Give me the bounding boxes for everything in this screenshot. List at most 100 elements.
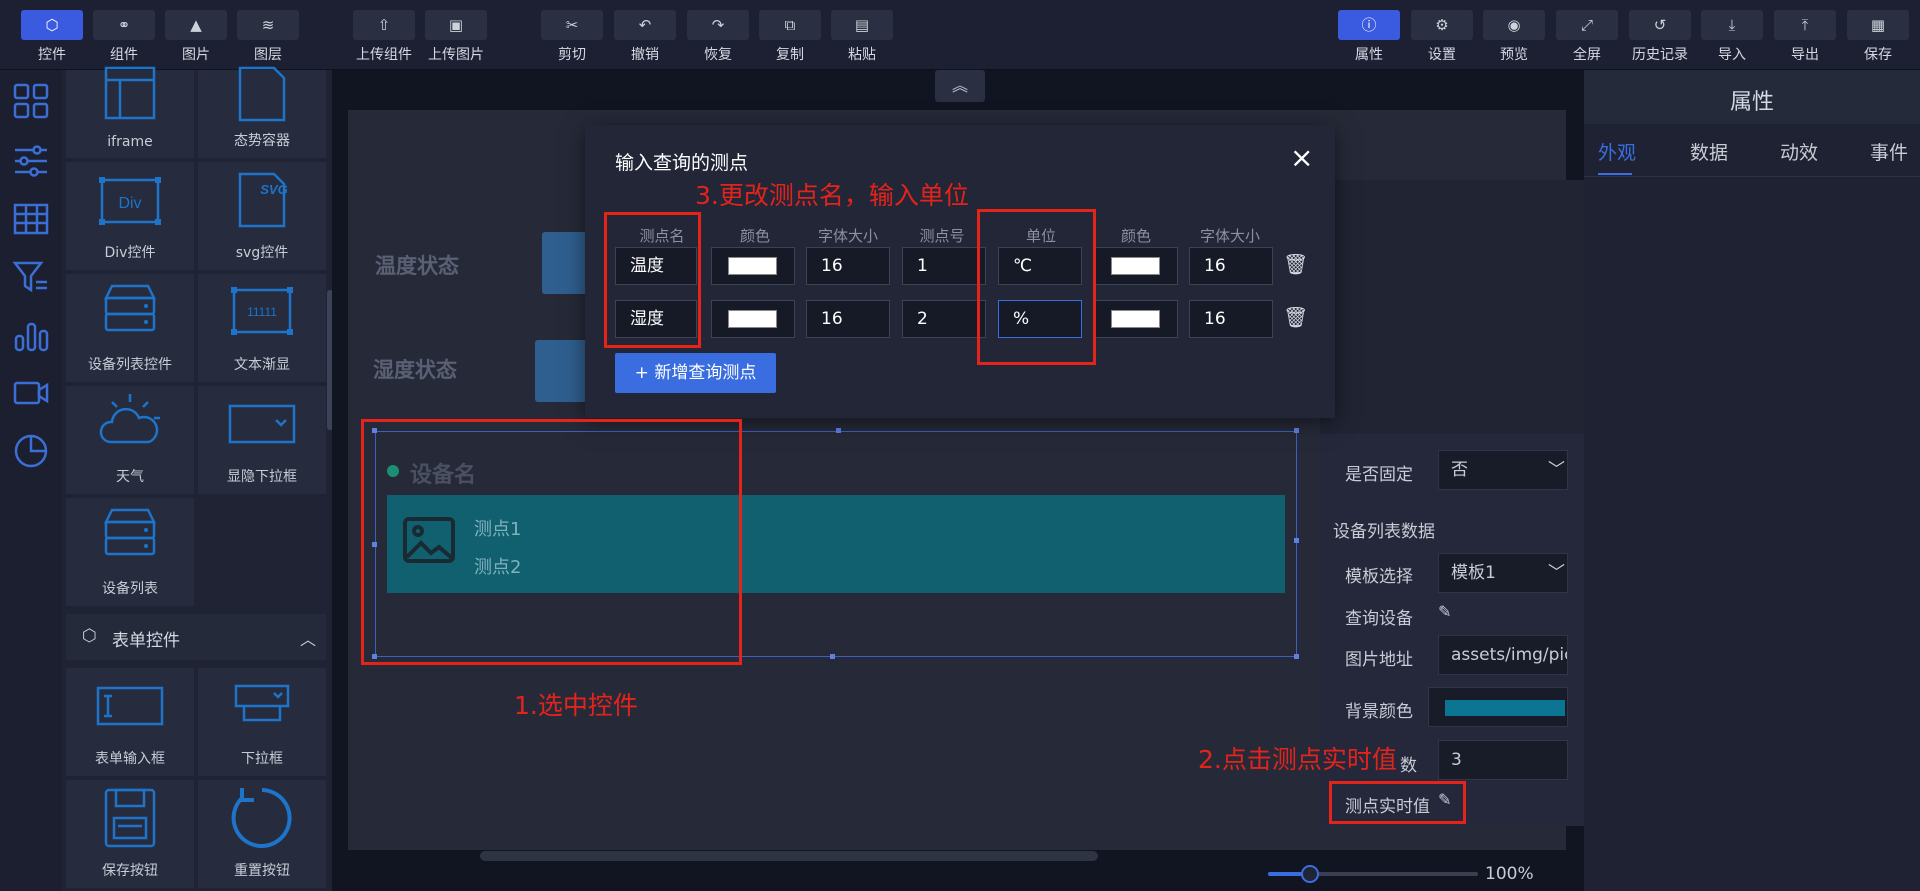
image-url-input[interactable]: assets/img/pict xyxy=(1438,635,1568,675)
trash-icon[interactable]: 🗑 xyxy=(1283,305,1308,329)
toolbar-history-button[interactable]: ↺ 历史记录 xyxy=(1628,10,1692,66)
property-panel-header: 属性 xyxy=(1584,70,1920,124)
toolbar-cut-button[interactable]: ✂ 剪切 xyxy=(540,10,604,66)
resize-handle[interactable] xyxy=(1294,428,1299,433)
component-toggle-dropdown[interactable]: 显隐下拉框 xyxy=(198,386,326,494)
zoom-slider-track[interactable] xyxy=(1268,865,1478,883)
tab-effects[interactable]: 动效 xyxy=(1780,138,1818,165)
device-list-data-section: 设备列表数据 xyxy=(1333,522,1435,542)
toolbar-save-button[interactable]: ▦ 保存 xyxy=(1846,10,1910,66)
svg-text:SVG: SVG xyxy=(260,182,287,197)
annotation-step-2: 2.点击测点实时值 xyxy=(1198,745,1397,774)
component-save-button[interactable]: 保存按钮 xyxy=(66,780,194,888)
header-color-2: 颜色 xyxy=(1120,227,1151,245)
color-input-2[interactable] xyxy=(1094,247,1178,285)
toolbar-upload-image-button[interactable]: ▣ 上传图片 xyxy=(424,10,488,66)
component-form-input[interactable]: 表单输入框 xyxy=(66,668,194,776)
component-select[interactable]: 下拉框 xyxy=(198,668,326,776)
cube-icon: ⬡ xyxy=(82,626,97,646)
import-icon: ⤓ xyxy=(1701,10,1763,40)
color-swatch xyxy=(1111,257,1160,275)
table-icon[interactable] xyxy=(12,200,50,238)
grid-icon[interactable] xyxy=(12,82,50,120)
toolbar-import-button[interactable]: ⤓ 导入 xyxy=(1700,10,1764,66)
toolbar-preview-button[interactable]: ◉ 预览 xyxy=(1482,10,1546,66)
font-size-input-2[interactable]: 16 xyxy=(1189,247,1273,285)
component-iframe[interactable]: iframe xyxy=(66,66,194,158)
toolbar-paste-button[interactable]: ▤ 粘贴 xyxy=(830,10,894,66)
toolbar-undo-button[interactable]: ↶ 撤销 xyxy=(613,10,677,66)
toolbar-copy-button[interactable]: ⧉ 复制 xyxy=(758,10,822,66)
edit-icon[interactable]: ✎ xyxy=(1438,602,1451,621)
filter-icon[interactable] xyxy=(12,258,50,296)
background-color-picker[interactable] xyxy=(1428,687,1568,727)
toolbar-components-button[interactable]: ⚭ 组件 xyxy=(92,10,156,66)
toolbar-controls-button[interactable]: ⬡ 控件 xyxy=(20,10,84,66)
chevron-down-icon: ﹀ xyxy=(1548,460,1565,480)
font-size-input[interactable]: 16 xyxy=(806,247,890,285)
floppy-icon xyxy=(104,788,156,848)
reset-icon xyxy=(231,788,292,848)
humidity-status-label: 湿度状态 xyxy=(373,358,457,382)
trash-icon[interactable]: 🗑 xyxy=(1283,252,1308,276)
canvas-horizontal-scrollbar[interactable] xyxy=(480,851,1098,861)
annotation-box-unit xyxy=(977,209,1096,365)
annotation-step-3: 3.更改测点名，输入单位 xyxy=(695,181,969,210)
toolbar-redo-button[interactable]: ↷ 恢复 xyxy=(686,10,750,66)
annotation-box-realtime xyxy=(1329,781,1466,824)
save-icon: ▦ xyxy=(1847,10,1909,40)
device-list-icon xyxy=(103,284,157,332)
add-query-point-button[interactable]: + 新增查询测点 xyxy=(615,353,776,393)
tab-data[interactable]: 数据 xyxy=(1690,138,1728,165)
component-weather[interactable]: 天气 xyxy=(66,386,194,494)
point-number-input[interactable]: 1 xyxy=(902,247,986,285)
toolbar-layers-button[interactable]: ≋ 图层 xyxy=(236,10,300,66)
resize-handle[interactable] xyxy=(1294,538,1299,543)
toolbar-upload-component-button[interactable]: ⇧ 上传组件 xyxy=(352,10,416,66)
form-section-header[interactable]: ⬡ 表单控件 ︿ xyxy=(66,614,326,660)
dropdown-icon xyxy=(228,404,296,444)
toolbar-fullscreen-button[interactable]: ⤢ 全屏 xyxy=(1555,10,1619,66)
resize-handle[interactable] xyxy=(836,428,841,433)
component-device-list[interactable]: 设备列表 xyxy=(66,498,194,606)
upload-image-icon: ▣ xyxy=(425,10,487,40)
count-input[interactable]: 3 xyxy=(1438,740,1568,780)
color-input[interactable] xyxy=(711,247,795,285)
component-svg[interactable]: SVG svg控件 xyxy=(198,162,326,270)
component-reset-button[interactable]: 重置按钮 xyxy=(198,780,326,888)
toolbar-settings-button[interactable]: ⚙ 设置 xyxy=(1410,10,1474,66)
toolbar-images-button[interactable]: ▲ 图片 xyxy=(164,10,228,66)
color-input[interactable] xyxy=(711,300,795,338)
template-select[interactable]: 模板1 ﹀ xyxy=(1438,553,1568,593)
font-size-input-2[interactable]: 16 xyxy=(1189,300,1273,338)
toolbar-export-button[interactable]: ⤒ 导出 xyxy=(1773,10,1837,66)
font-size-input[interactable]: 16 xyxy=(806,300,890,338)
bar-chart-icon[interactable] xyxy=(12,316,50,354)
component-device-list-control[interactable]: 设备列表控件 xyxy=(66,274,194,382)
zoom-slider-handle[interactable] xyxy=(1301,865,1319,883)
header-point-number: 测点号 xyxy=(919,227,965,245)
component-div[interactable]: Div Div控件 xyxy=(66,162,194,270)
image-url-label: 图片地址 xyxy=(1345,650,1413,670)
pie-chart-icon[interactable] xyxy=(12,432,50,470)
sliders-icon[interactable] xyxy=(12,142,50,180)
color-input-2[interactable] xyxy=(1094,300,1178,338)
header-color: 颜色 xyxy=(739,227,770,245)
tab-divider xyxy=(1584,176,1920,177)
svg-text:Div: Div xyxy=(118,195,141,212)
close-icon[interactable]: × xyxy=(1290,141,1313,174)
color-swatch xyxy=(728,257,777,275)
annotation-step-1: 1.选中控件 xyxy=(514,691,638,720)
component-situation-container[interactable]: 态势容器 xyxy=(198,66,326,158)
collapse-up-icon[interactable]: ︽ xyxy=(935,70,985,102)
temperature-status-label: 温度状态 xyxy=(375,254,459,278)
tab-appearance[interactable]: 外观 xyxy=(1598,138,1636,165)
resize-handle[interactable] xyxy=(830,654,835,659)
resize-handle[interactable] xyxy=(1294,654,1299,659)
tab-events[interactable]: 事件 xyxy=(1870,138,1908,165)
video-icon[interactable] xyxy=(12,374,50,412)
fixed-select[interactable]: 否 ﹀ xyxy=(1438,450,1568,490)
component-text-fade[interactable]: 11111 文本渐显 xyxy=(198,274,326,382)
point-number-input[interactable]: 2 xyxy=(902,300,986,338)
toolbar-properties-button[interactable]: ⓘ 属性 xyxy=(1337,10,1401,66)
